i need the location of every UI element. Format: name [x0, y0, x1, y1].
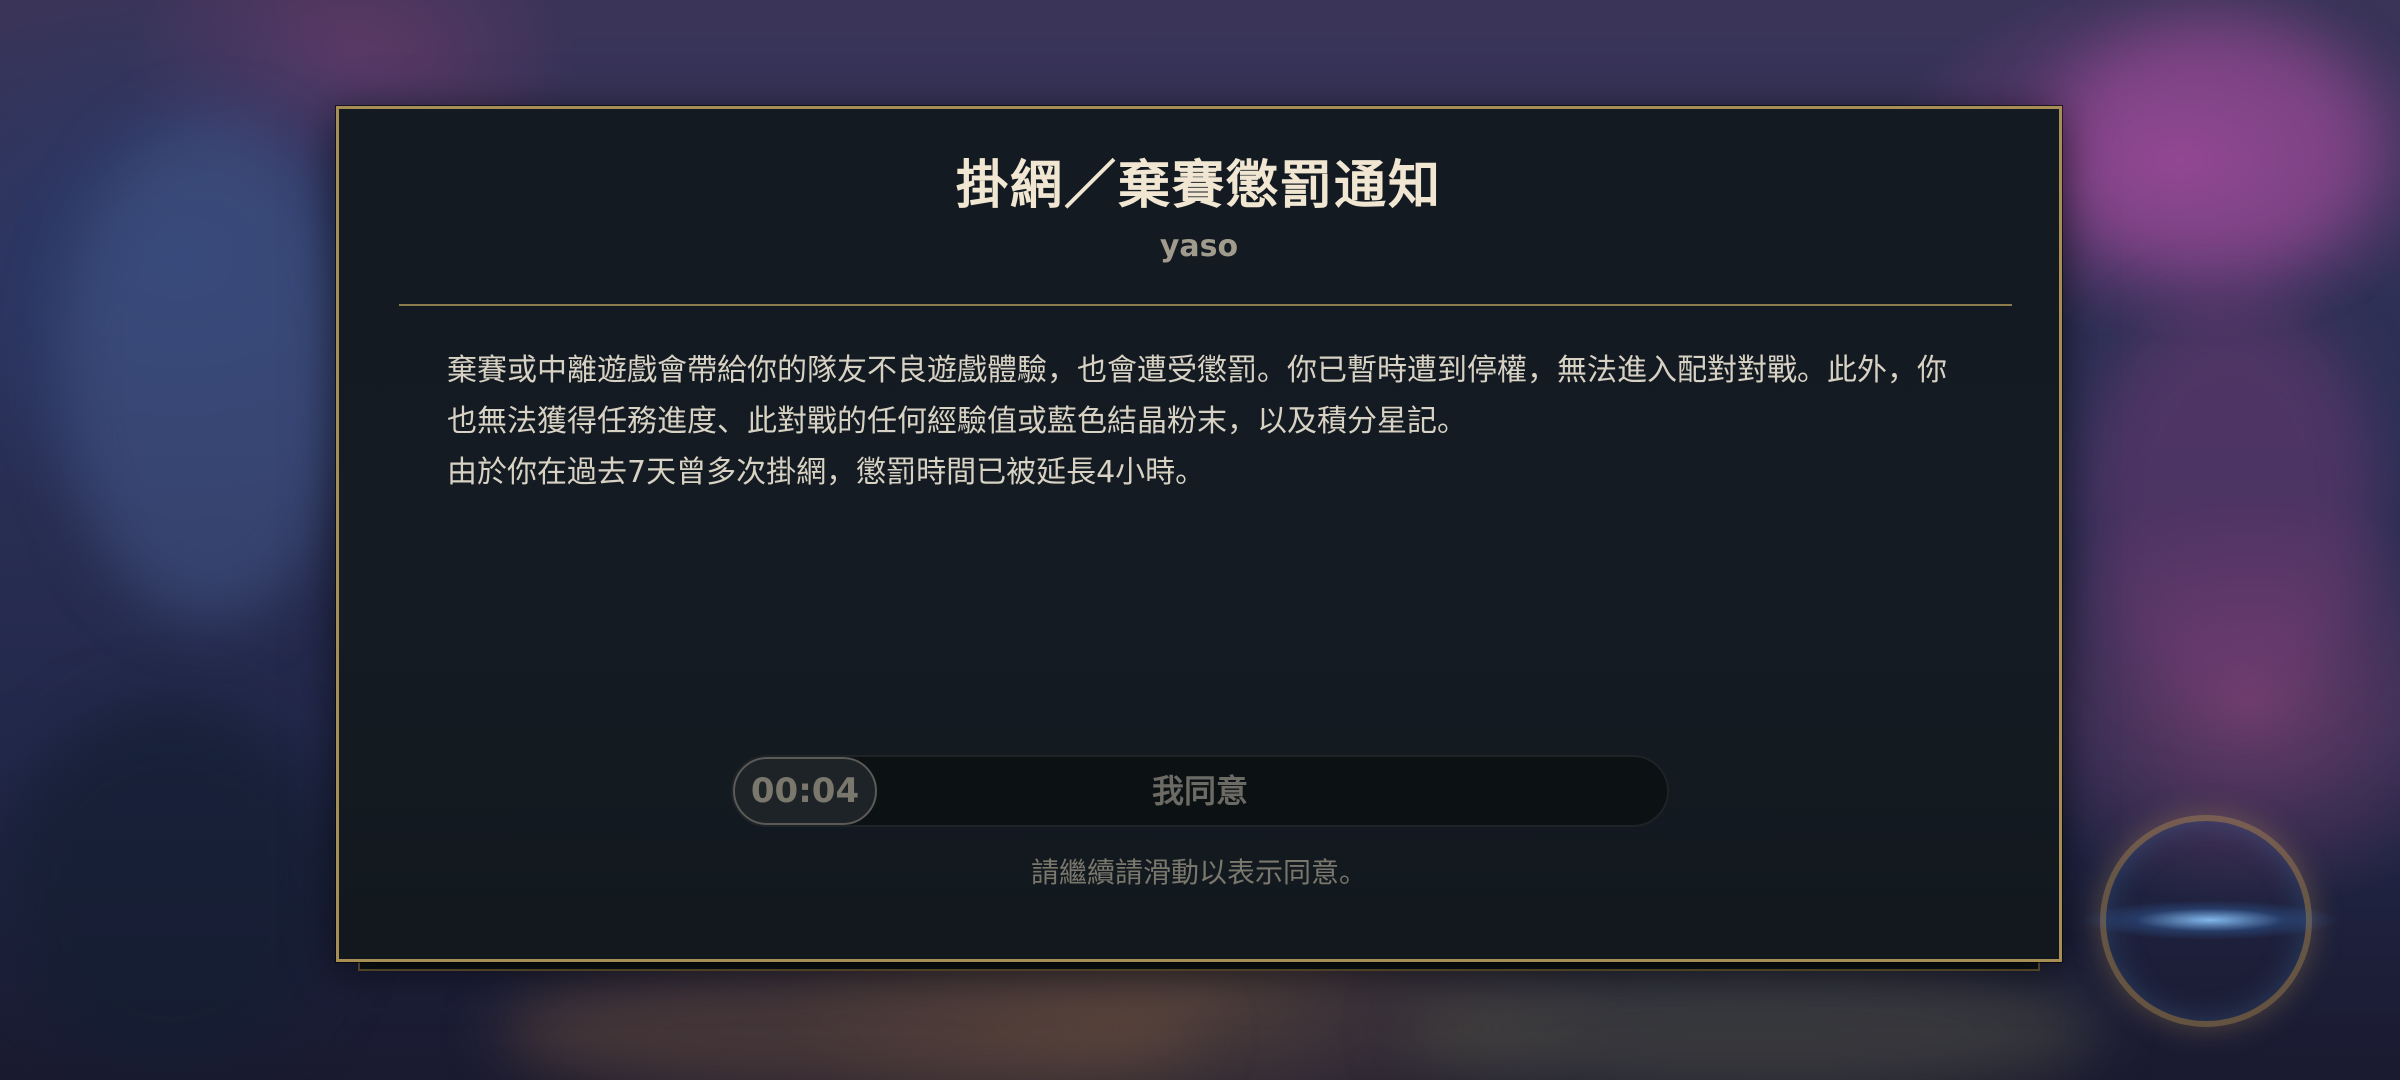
summoner-name: yaso: [1159, 229, 1239, 264]
dialog-title: 掛網／棄賽懲罰通知: [955, 156, 1442, 216]
penalty-description: 棄賽或中離遊戲會帶給你的隊友不良遊戲體驗，也會遭受懲罰。你已暫時遭到停權，無法進…: [447, 345, 1967, 498]
slider-handle-timer[interactable]: 00:04: [733, 757, 877, 825]
dialog-bottom-trim: [358, 961, 2040, 971]
slide-hint: 請繼續請滑動以表示同意。: [1030, 856, 1367, 889]
agree-slider[interactable]: 我同意 00:04: [731, 755, 1669, 827]
penalty-paragraph: 棄賽或中離遊戲會帶給你的隊友不良遊戲體驗，也會遭受懲罰。你已暫時遭到停權，無法進…: [447, 353, 1947, 439]
title-divider: [399, 304, 2012, 306]
orb-glow: [2080, 900, 2340, 940]
penalty-notice-dialog: 掛網／棄賽懲罰通知 yaso 棄賽或中離遊戲會帶給你的隊友不良遊戲體驗，也會遭受…: [336, 106, 2062, 962]
penalty-extension-paragraph: 由於你在過去7天曾多次掛網，懲罰時間已被延長4小時。: [447, 455, 1206, 490]
